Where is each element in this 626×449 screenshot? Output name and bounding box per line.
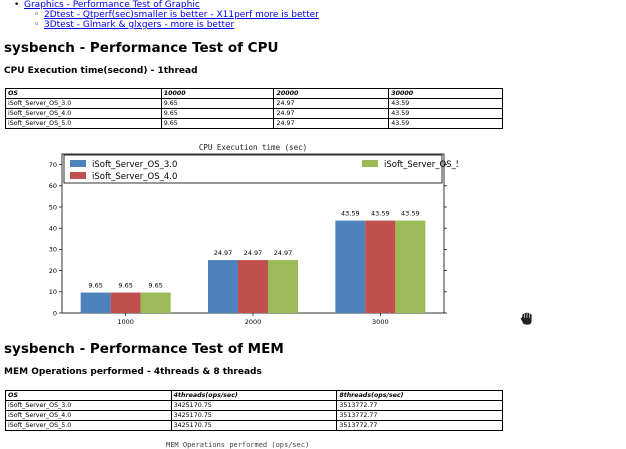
table-cell: iSoft_Server_OS_5.0	[5, 118, 162, 129]
y-tick-label: 10	[49, 288, 57, 296]
y-tick-label: 0	[53, 309, 57, 317]
link-3dtest[interactable]: 3Dtest - Glmark & glxgers - more is bett…	[44, 20, 234, 30]
data-label: 24.97	[214, 249, 233, 257]
table-cell: 24.97	[273, 118, 390, 129]
table-header-cell: OS	[5, 390, 172, 401]
table-header-cell: 10000	[160, 88, 275, 99]
data-label: 9.65	[118, 282, 132, 290]
y-tick-label: 50	[49, 203, 57, 211]
table-row: iSoft_Server_OS_5.0 9.65 24.97 43.59	[5, 118, 503, 129]
data-label: 24.97	[244, 249, 263, 257]
legend-label: iSoft_Server_OS_4.0	[92, 172, 177, 182]
bar	[140, 292, 171, 313]
nav-item-graphics: Graphics - Performance Test of Graphic	[14, 0, 319, 10]
data-label: 43.59	[341, 210, 360, 218]
table-header-cell: 8threads(ops/sec)	[336, 390, 503, 401]
y-tick-label: 30	[49, 246, 57, 254]
x-tick-label: 1000	[117, 318, 134, 326]
table-cell: 24.97	[273, 108, 390, 119]
legend-label: iSoft_Server_OS_5.0	[384, 160, 458, 170]
table-row: iSoft_Server_OS_4.0 3425170.75 3513772.7…	[5, 410, 503, 421]
table-header-cell: 20000	[273, 88, 390, 99]
nav-subitem-3dtest: 3Dtest - Glmark & glxgers - more is bett…	[14, 20, 319, 30]
legend-swatch	[70, 172, 86, 179]
table-cell: 3513772.77	[336, 420, 503, 431]
data-label: 43.59	[371, 210, 390, 218]
data-label: 43.59	[401, 210, 420, 218]
table-cell: 43.59	[388, 98, 503, 109]
table-cell: 9.65	[160, 98, 275, 109]
table-header-cell: OS	[5, 88, 162, 99]
table-cell: 3425170.75	[170, 410, 338, 421]
table-header-row: OS 10000 20000 30000	[5, 88, 503, 99]
data-label: 9.65	[88, 282, 102, 290]
table-cell: 24.97	[273, 98, 390, 109]
table-cell: iSoft_Server_OS_4.0	[5, 108, 162, 119]
table-cell: 43.59	[388, 118, 503, 129]
table-row: iSoft_Server_OS_3.0 3425170.75 3513772.7…	[5, 400, 503, 411]
table-header-cell: 30000	[388, 88, 503, 99]
mem-section-subheading: MEM Operations performed - 4threads & 8 …	[4, 367, 262, 377]
y-tick-label: 20	[49, 267, 57, 275]
data-label: 9.65	[148, 282, 162, 290]
table-cell: 9.65	[160, 118, 275, 129]
table-cell: 3425170.75	[170, 400, 338, 411]
table-cell: iSoft_Server_OS_4.0	[5, 410, 172, 421]
y-tick-label: 40	[49, 225, 57, 233]
data-label: 24.97	[274, 249, 293, 257]
nav-subitem-2dtest: 2Dtest - Qtperf(sec)smaller is better - …	[14, 10, 319, 20]
table-header-cell: 4threads(ops/sec)	[170, 390, 338, 401]
table-row: iSoft_Server_OS_5.0 3425170.75 3513772.7…	[5, 420, 503, 431]
cpu-section-heading: sysbench - Performance Test of CPU	[4, 40, 279, 56]
mem-section-heading: sysbench - Performance Test of MEM	[4, 341, 284, 357]
table-cell: iSoft_Server_OS_3.0	[5, 400, 172, 411]
table-cell: 3513772.77	[336, 400, 503, 411]
y-tick-label: 70	[49, 161, 57, 169]
bar	[335, 220, 366, 313]
table-header-row: OS 4threads(ops/sec) 8threads(ops/sec)	[5, 390, 503, 401]
table-row: iSoft_Server_OS_3.0 9.65 24.97 43.59	[5, 98, 503, 109]
chart-title: CPU Execution time (sec)	[199, 143, 307, 152]
nav-list: Graphics - Performance Test of Graphic 2…	[14, 0, 319, 30]
table-cell: iSoft_Server_OS_3.0	[5, 98, 162, 109]
table-cell: 3425170.75	[170, 420, 338, 431]
table-cell: iSoft_Server_OS_5.0	[5, 420, 172, 431]
table-row: iSoft_Server_OS_4.0 9.65 24.97 43.59	[5, 108, 503, 119]
legend-swatch	[362, 160, 378, 167]
table-cell: 3513772.77	[336, 410, 503, 421]
legend-label: iSoft_Server_OS_3.0	[92, 160, 177, 170]
table-cell: 43.59	[388, 108, 503, 119]
mem-table: OS 4threads(ops/sec) 8threads(ops/sec) i…	[5, 390, 503, 431]
table-cell: 9.65	[160, 108, 275, 119]
bar	[365, 220, 396, 313]
link-2dtest[interactable]: 2Dtest - Qtperf(sec)smaller is better - …	[44, 10, 319, 20]
bar	[110, 292, 141, 313]
y-tick-label: 60	[49, 182, 57, 190]
bar	[238, 260, 268, 313]
bar	[80, 292, 111, 313]
x-tick-label: 3000	[372, 318, 389, 326]
cpu-section-subheading: CPU Execution time(second) - 1thread	[4, 66, 198, 76]
x-tick-label: 2000	[245, 318, 262, 326]
bar	[208, 260, 238, 313]
cpu-table: OS 10000 20000 30000 iSoft_Server_OS_3.0…	[5, 88, 503, 129]
hand-grab-icon	[519, 311, 533, 326]
legend-swatch	[70, 160, 86, 167]
cpu-bar-chart: CPU Execution time (sec) 0 10 20 30 40 50 60 70 1…	[49, 143, 458, 326]
bar	[395, 220, 426, 313]
link-graphics[interactable]: Graphics - Performance Test of Graphic	[24, 0, 200, 10]
bar	[268, 260, 298, 313]
